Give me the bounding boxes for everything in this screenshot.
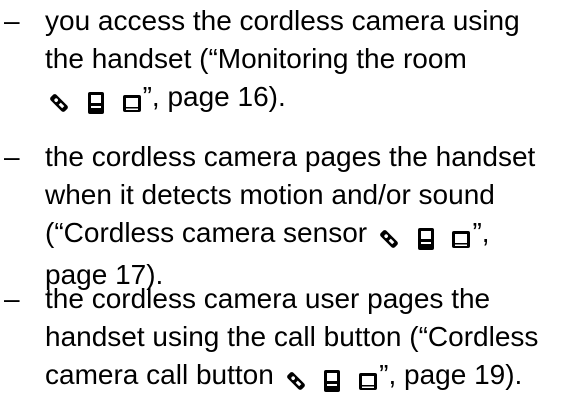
handset-icon: [324, 369, 341, 392]
handset-icon: [417, 227, 434, 250]
text-fragment: (“Cordless camera sensor: [45, 217, 368, 248]
model-icons: [47, 82, 143, 120]
text-line: when it detects motion and/or sound: [45, 179, 495, 210]
text-fragment: ”, page 16).: [142, 81, 286, 112]
remote-icon: [380, 229, 398, 248]
list-item-text: the cordless camera pages the handset wh…: [45, 138, 587, 294]
camera-icon: [359, 372, 378, 390]
list-item-text: the cordless camera user pages the hands…: [45, 280, 587, 398]
list-dash: –: [4, 283, 20, 314]
text-line: handset using the call button (“Cordless: [45, 321, 539, 352]
list-dash: –: [4, 141, 20, 172]
camera-icon: [452, 230, 471, 248]
text-line: (“Cordless camera sensor ”,: [45, 214, 587, 256]
remote-icon: [286, 371, 305, 390]
text-line: ”, page 16).: [45, 78, 587, 120]
camera-icon: [122, 94, 141, 112]
remote-icon: [50, 93, 68, 112]
list-dash: –: [4, 5, 20, 36]
handset-icon: [87, 91, 104, 114]
list-item-text: you access the cordless camera using the…: [45, 2, 587, 120]
text-fragment: ”, page 19).: [379, 359, 523, 390]
text-line: the cordless camera user pages the: [45, 283, 491, 314]
text-line: camera call button ”, page 19).: [45, 356, 587, 398]
text-fragment: ”,: [472, 217, 490, 248]
text-fragment: camera call button: [45, 359, 274, 390]
manual-page: – you access the cordless camera using t…: [0, 0, 587, 398]
text-line: the cordless camera pages the handset: [45, 141, 536, 172]
text-line: the handset (“Monitoring the room: [45, 43, 467, 74]
text-line: you access the cordless camera using: [45, 5, 520, 36]
model-icons: [377, 218, 473, 256]
model-icons: [284, 360, 380, 398]
